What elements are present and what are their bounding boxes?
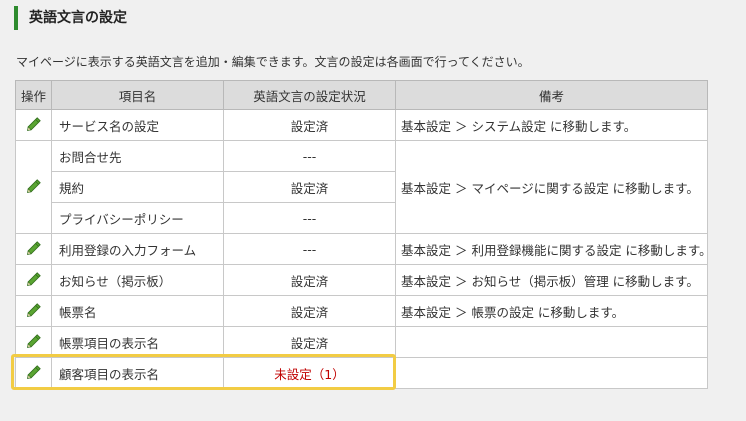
status-value: ---	[223, 202, 396, 234]
column-header-item-name: 項目名	[51, 80, 224, 110]
pencil-icon[interactable]	[26, 302, 42, 321]
item-name: 利用登録の入力フォーム	[51, 233, 224, 265]
table-row: お知らせ（掲示板） 設定済 基本設定 ＞ お知らせ（掲示板）管理 に移動します。	[15, 264, 708, 296]
remarks-text: 基本設定 ＞ お知らせ（掲示板）管理 に移動します。	[395, 264, 708, 296]
column-header-remarks: 備考	[395, 80, 708, 110]
edit-cell[interactable]	[15, 140, 52, 234]
page-description: マイページに表示する英語文言を追加・編集できます。文言の設定は各画面で行ってくだ…	[16, 55, 530, 69]
table-row: 顧客項目の表示名 未設定（1）	[15, 357, 708, 389]
page-title: 英語文言の設定	[14, 6, 127, 30]
edit-cell[interactable]	[15, 233, 52, 265]
pencil-icon[interactable]	[26, 364, 42, 383]
item-name: 帳票項目の表示名	[51, 326, 224, 358]
edit-cell[interactable]	[15, 326, 52, 358]
item-name: サービス名の設定	[51, 109, 224, 141]
status-value: ---	[223, 233, 396, 265]
edit-cell[interactable]	[15, 295, 52, 327]
item-name: お知らせ（掲示板）	[51, 264, 224, 296]
remarks-text: 基本設定 ＞ 帳票の設定 に移動します。	[395, 295, 708, 327]
status-value: 設定済	[223, 295, 396, 327]
remarks-text: 基本設定 ＞ マイページに関する設定 に移動します。	[395, 140, 708, 234]
table-row: 利用登録の入力フォーム --- 基本設定 ＞ 利用登録機能に関する設定 に移動し…	[15, 233, 708, 265]
table-row: 帳票名 設定済 基本設定 ＞ 帳票の設定 に移動します。	[15, 295, 708, 327]
pencil-icon[interactable]	[26, 178, 42, 197]
pencil-icon[interactable]	[26, 271, 42, 290]
english-text-settings-table: 操作 項目名 英語文言の設定状況 備考 サービス名の設定 設定済 基本設定 ＞ …	[15, 80, 708, 389]
item-name: 顧客項目の表示名	[51, 357, 224, 389]
pencil-icon[interactable]	[26, 116, 42, 135]
remarks-text	[395, 326, 708, 358]
edit-cell[interactable]	[15, 109, 52, 141]
status-value: 設定済	[223, 264, 396, 296]
table-row: 帳票項目の表示名 設定済	[15, 326, 708, 358]
column-header-operation: 操作	[15, 80, 52, 110]
item-name: お問合せ先	[51, 140, 224, 172]
status-value: 設定済	[223, 326, 396, 358]
status-value: 未設定（1）	[223, 357, 396, 389]
pencil-icon[interactable]	[26, 240, 42, 259]
remarks-text	[395, 357, 708, 389]
status-value: ---	[223, 140, 396, 172]
column-header-status: 英語文言の設定状況	[223, 80, 396, 110]
status-value: 設定済	[223, 171, 396, 203]
table-row: お問合せ先 --- 基本設定 ＞ マイページに関する設定 に移動します。	[15, 140, 708, 234]
status-value: 設定済	[223, 109, 396, 141]
item-name: 帳票名	[51, 295, 224, 327]
table-row: サービス名の設定 設定済 基本設定 ＞ システム設定 に移動します。	[15, 109, 708, 141]
item-name: プライバシーポリシー	[51, 202, 224, 234]
edit-cell[interactable]	[15, 357, 52, 389]
pencil-icon[interactable]	[26, 333, 42, 352]
edit-cell[interactable]	[15, 264, 52, 296]
table-header-row: 操作 項目名 英語文言の設定状況 備考	[15, 80, 708, 110]
remarks-text: 基本設定 ＞ システム設定 に移動します。	[395, 109, 708, 141]
item-name: 規約	[51, 171, 224, 203]
remarks-text: 基本設定 ＞ 利用登録機能に関する設定 に移動します。	[395, 233, 708, 265]
